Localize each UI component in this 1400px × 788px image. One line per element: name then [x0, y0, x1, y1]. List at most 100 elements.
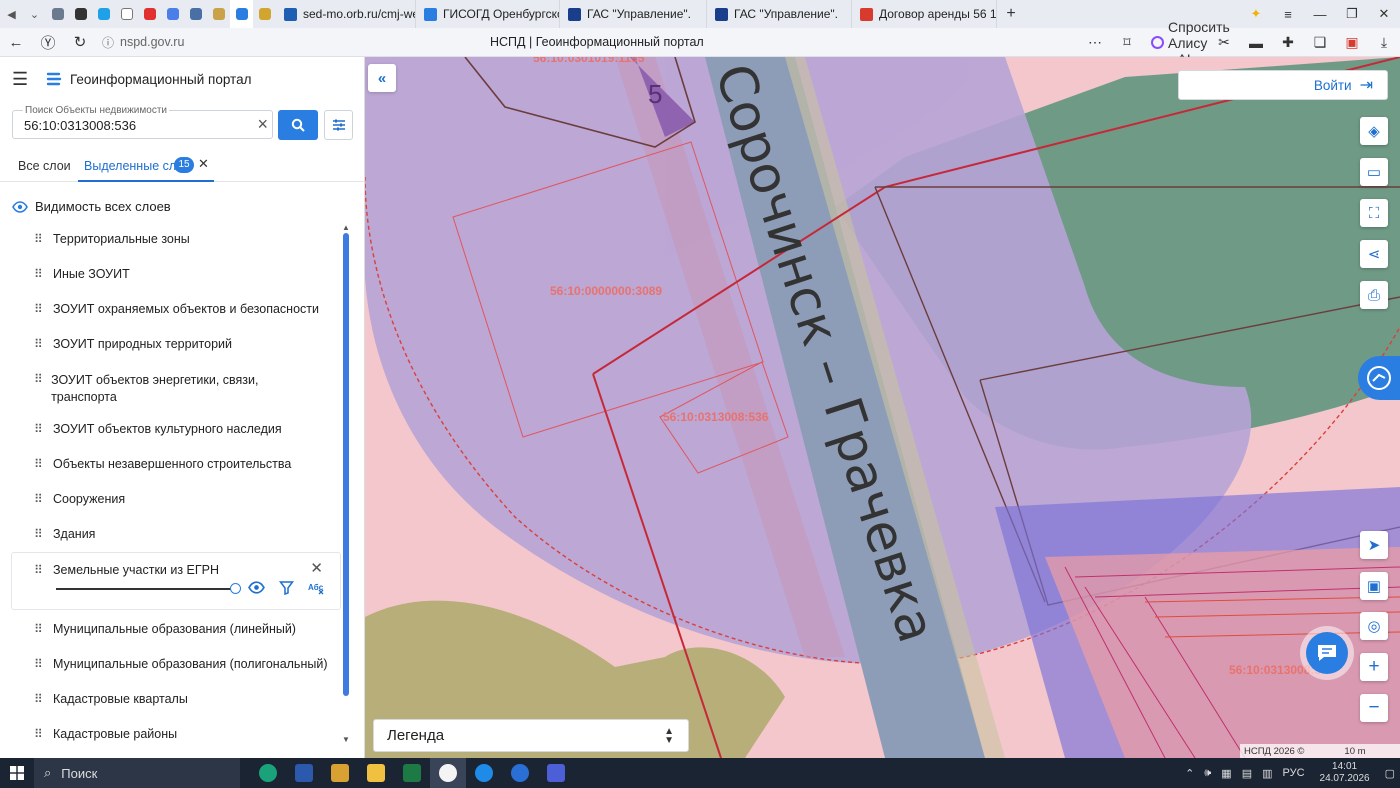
- layer-item[interactable]: ⠿ Территориальные зоны: [34, 232, 190, 246]
- map-canvas[interactable]: Сорочинск – Грачевка 56:10:0000000:3089 …: [365, 57, 1400, 758]
- hamburger-menu-icon[interactable]: ☰: [12, 69, 32, 90]
- chat-button[interactable]: [1306, 632, 1348, 674]
- login-button[interactable]: Войти ⇥: [1178, 70, 1388, 100]
- collapse-sidebar-button[interactable]: «: [368, 64, 396, 92]
- drag-handle-icon[interactable]: ⠿: [34, 372, 43, 386]
- hat-icon[interactable]: ▬: [1240, 35, 1272, 51]
- app-icon[interactable]: [538, 758, 574, 788]
- layer-item[interactable]: ⠿ ЗОУИТ объектов культурного наследия: [34, 422, 282, 436]
- minimap-button[interactable]: ▣: [1360, 572, 1388, 600]
- pinned-tab[interactable]: [230, 0, 253, 28]
- zoom-in-button[interactable]: +: [1360, 653, 1388, 681]
- yandex-icon[interactable]: Ⓨ: [32, 32, 64, 53]
- opacity-slider-knob[interactable]: [230, 583, 241, 594]
- drag-handle-icon[interactable]: ⠿: [34, 622, 44, 636]
- sparkle-icon[interactable]: ✦: [1240, 6, 1272, 22]
- drag-handle-icon[interactable]: ⠿: [34, 457, 44, 471]
- word-app-icon[interactable]: [286, 758, 322, 788]
- drag-handle-icon[interactable]: ⠿: [34, 267, 44, 281]
- legend-dropdown[interactable]: Легенда ▲ ▼: [373, 719, 689, 752]
- layer-item[interactable]: ⠿ Здания: [34, 527, 95, 541]
- layer-item[interactable]: ⠿ Объекты незавершенного строительства: [34, 457, 291, 471]
- drag-handle-icon[interactable]: ⠿: [34, 657, 44, 671]
- print-button[interactable]: ⎙: [1360, 281, 1388, 309]
- layer-item[interactable]: ⠿ Кадастровые кварталы: [34, 692, 188, 706]
- side-panel-tab[interactable]: [1358, 356, 1400, 400]
- browser-tab[interactable]: ГАС "Управление".: [560, 0, 707, 28]
- sidebar-scrollbar[interactable]: [343, 233, 349, 696]
- volume-icon[interactable]: 🕪: [1199, 767, 1216, 780]
- excel-app-icon[interactable]: [394, 758, 430, 788]
- pinned-tab[interactable]: [115, 0, 138, 28]
- tray-app-icon[interactable]: ▤: [1237, 767, 1257, 780]
- maximize-button[interactable]: ❐: [1336, 6, 1368, 22]
- clear-selected-icon[interactable]: ✕: [198, 156, 209, 172]
- remove-layer-icon[interactable]: ✕: [310, 559, 323, 577]
- pinned-tab[interactable]: [253, 0, 276, 28]
- layer-item[interactable]: ⠿ ЗОУИТ природных территорий: [34, 337, 232, 351]
- url-field[interactable]: nspd.gov.ru: [120, 35, 184, 49]
- new-tab-button[interactable]: +: [997, 5, 1025, 23]
- language-indicator[interactable]: РУС: [1278, 767, 1310, 779]
- search-button[interactable]: [278, 110, 318, 140]
- browser-tab[interactable]: Договор аренды 56 10 07: [852, 0, 997, 28]
- clock[interactable]: 14:01 24.07.2026: [1310, 761, 1380, 785]
- drag-handle-icon[interactable]: ⠿: [34, 727, 44, 741]
- layer-item[interactable]: ⠿ Сооружения: [34, 492, 125, 506]
- drag-handle-icon[interactable]: ⠿: [34, 527, 44, 541]
- taskbar-search[interactable]: ⌕ Поиск: [34, 758, 240, 788]
- zoom-out-button[interactable]: −: [1360, 694, 1388, 722]
- drag-handle-icon[interactable]: ⠿: [34, 563, 44, 577]
- back-button[interactable]: ←: [0, 34, 32, 51]
- clear-search-icon[interactable]: ×: [257, 114, 268, 135]
- layer-item[interactable]: ⠿ Муниципальные образования (линейный): [34, 622, 296, 636]
- opacity-slider-track[interactable]: [56, 588, 236, 590]
- pinned-tab[interactable]: [184, 0, 207, 28]
- layer-item[interactable]: ⠿ Земельные участки из ЕГРН: [34, 563, 219, 577]
- extension-red-icon[interactable]: ▣: [1336, 34, 1368, 51]
- drag-handle-icon[interactable]: ⠿: [34, 232, 44, 246]
- scroll-up-arrow-icon[interactable]: ▲: [342, 223, 350, 232]
- pinned-tab[interactable]: [69, 0, 92, 28]
- layer-item[interactable]: ⠿ Муниципальные образования (полигональны…: [34, 657, 327, 671]
- drag-handle-icon[interactable]: ⠿: [34, 492, 44, 506]
- layers-button[interactable]: ◈: [1360, 117, 1388, 145]
- minimize-button[interactable]: —: [1304, 7, 1336, 22]
- app-icon[interactable]: [322, 758, 358, 788]
- geolocation-button[interactable]: ➤: [1360, 531, 1388, 559]
- file-explorer-icon[interactable]: [358, 758, 394, 788]
- internet-explorer-icon[interactable]: [466, 758, 502, 788]
- share-button[interactable]: ⋖: [1360, 240, 1388, 268]
- layer-item[interactable]: ⠿ ЗОУИТ объектов энергетики, связи, транс…: [34, 372, 274, 406]
- browser-tab[interactable]: ГАС "Управление".: [707, 0, 852, 28]
- label-toggle-icon[interactable]: Aбc: [308, 581, 325, 595]
- browser-tab[interactable]: ГИСОГД Оренбургской о: [416, 0, 560, 28]
- search-input[interactable]: Поиск Объекты недвижимости 56:10:0313008…: [12, 105, 273, 139]
- tabs-menu-icon[interactable]: ⌄: [23, 0, 46, 28]
- layer-item[interactable]: ⠿ Кадастровые районы: [34, 727, 177, 741]
- app-icon[interactable]: [502, 758, 538, 788]
- eye-icon[interactable]: [248, 581, 265, 594]
- edge-app-icon[interactable]: [250, 758, 286, 788]
- downloads-icon[interactable]: ⤓: [1368, 34, 1400, 51]
- drag-handle-icon[interactable]: ⠿: [34, 422, 44, 436]
- pinned-tab[interactable]: [138, 0, 161, 28]
- drag-handle-icon[interactable]: ⠿: [34, 302, 44, 316]
- select-area-button[interactable]: ⛶: [1360, 199, 1388, 227]
- notifications-icon[interactable]: ▢: [1380, 767, 1400, 780]
- tab-all-layers[interactable]: Все слои: [18, 159, 71, 173]
- tools-icon[interactable]: ✂: [1208, 34, 1240, 51]
- sound-icon[interactable]: ◀: [0, 0, 23, 28]
- pinned-tab[interactable]: [207, 0, 230, 28]
- search-value[interactable]: 56:10:0313008:536: [24, 118, 136, 133]
- measure-button[interactable]: ▭: [1360, 158, 1388, 186]
- collections-icon[interactable]: ❏: [1304, 34, 1336, 51]
- close-button[interactable]: ✕: [1368, 6, 1400, 22]
- pinned-tab[interactable]: [92, 0, 115, 28]
- extensions-icon[interactable]: ✚: [1272, 34, 1304, 51]
- pinned-tab[interactable]: [161, 0, 184, 28]
- visibility-all-toggle[interactable]: Видимость всех слоев: [12, 199, 171, 214]
- pinned-tab[interactable]: [46, 0, 69, 28]
- bookmark-icon[interactable]: ⌑: [1111, 34, 1143, 51]
- drag-handle-icon[interactable]: ⠿: [34, 692, 44, 706]
